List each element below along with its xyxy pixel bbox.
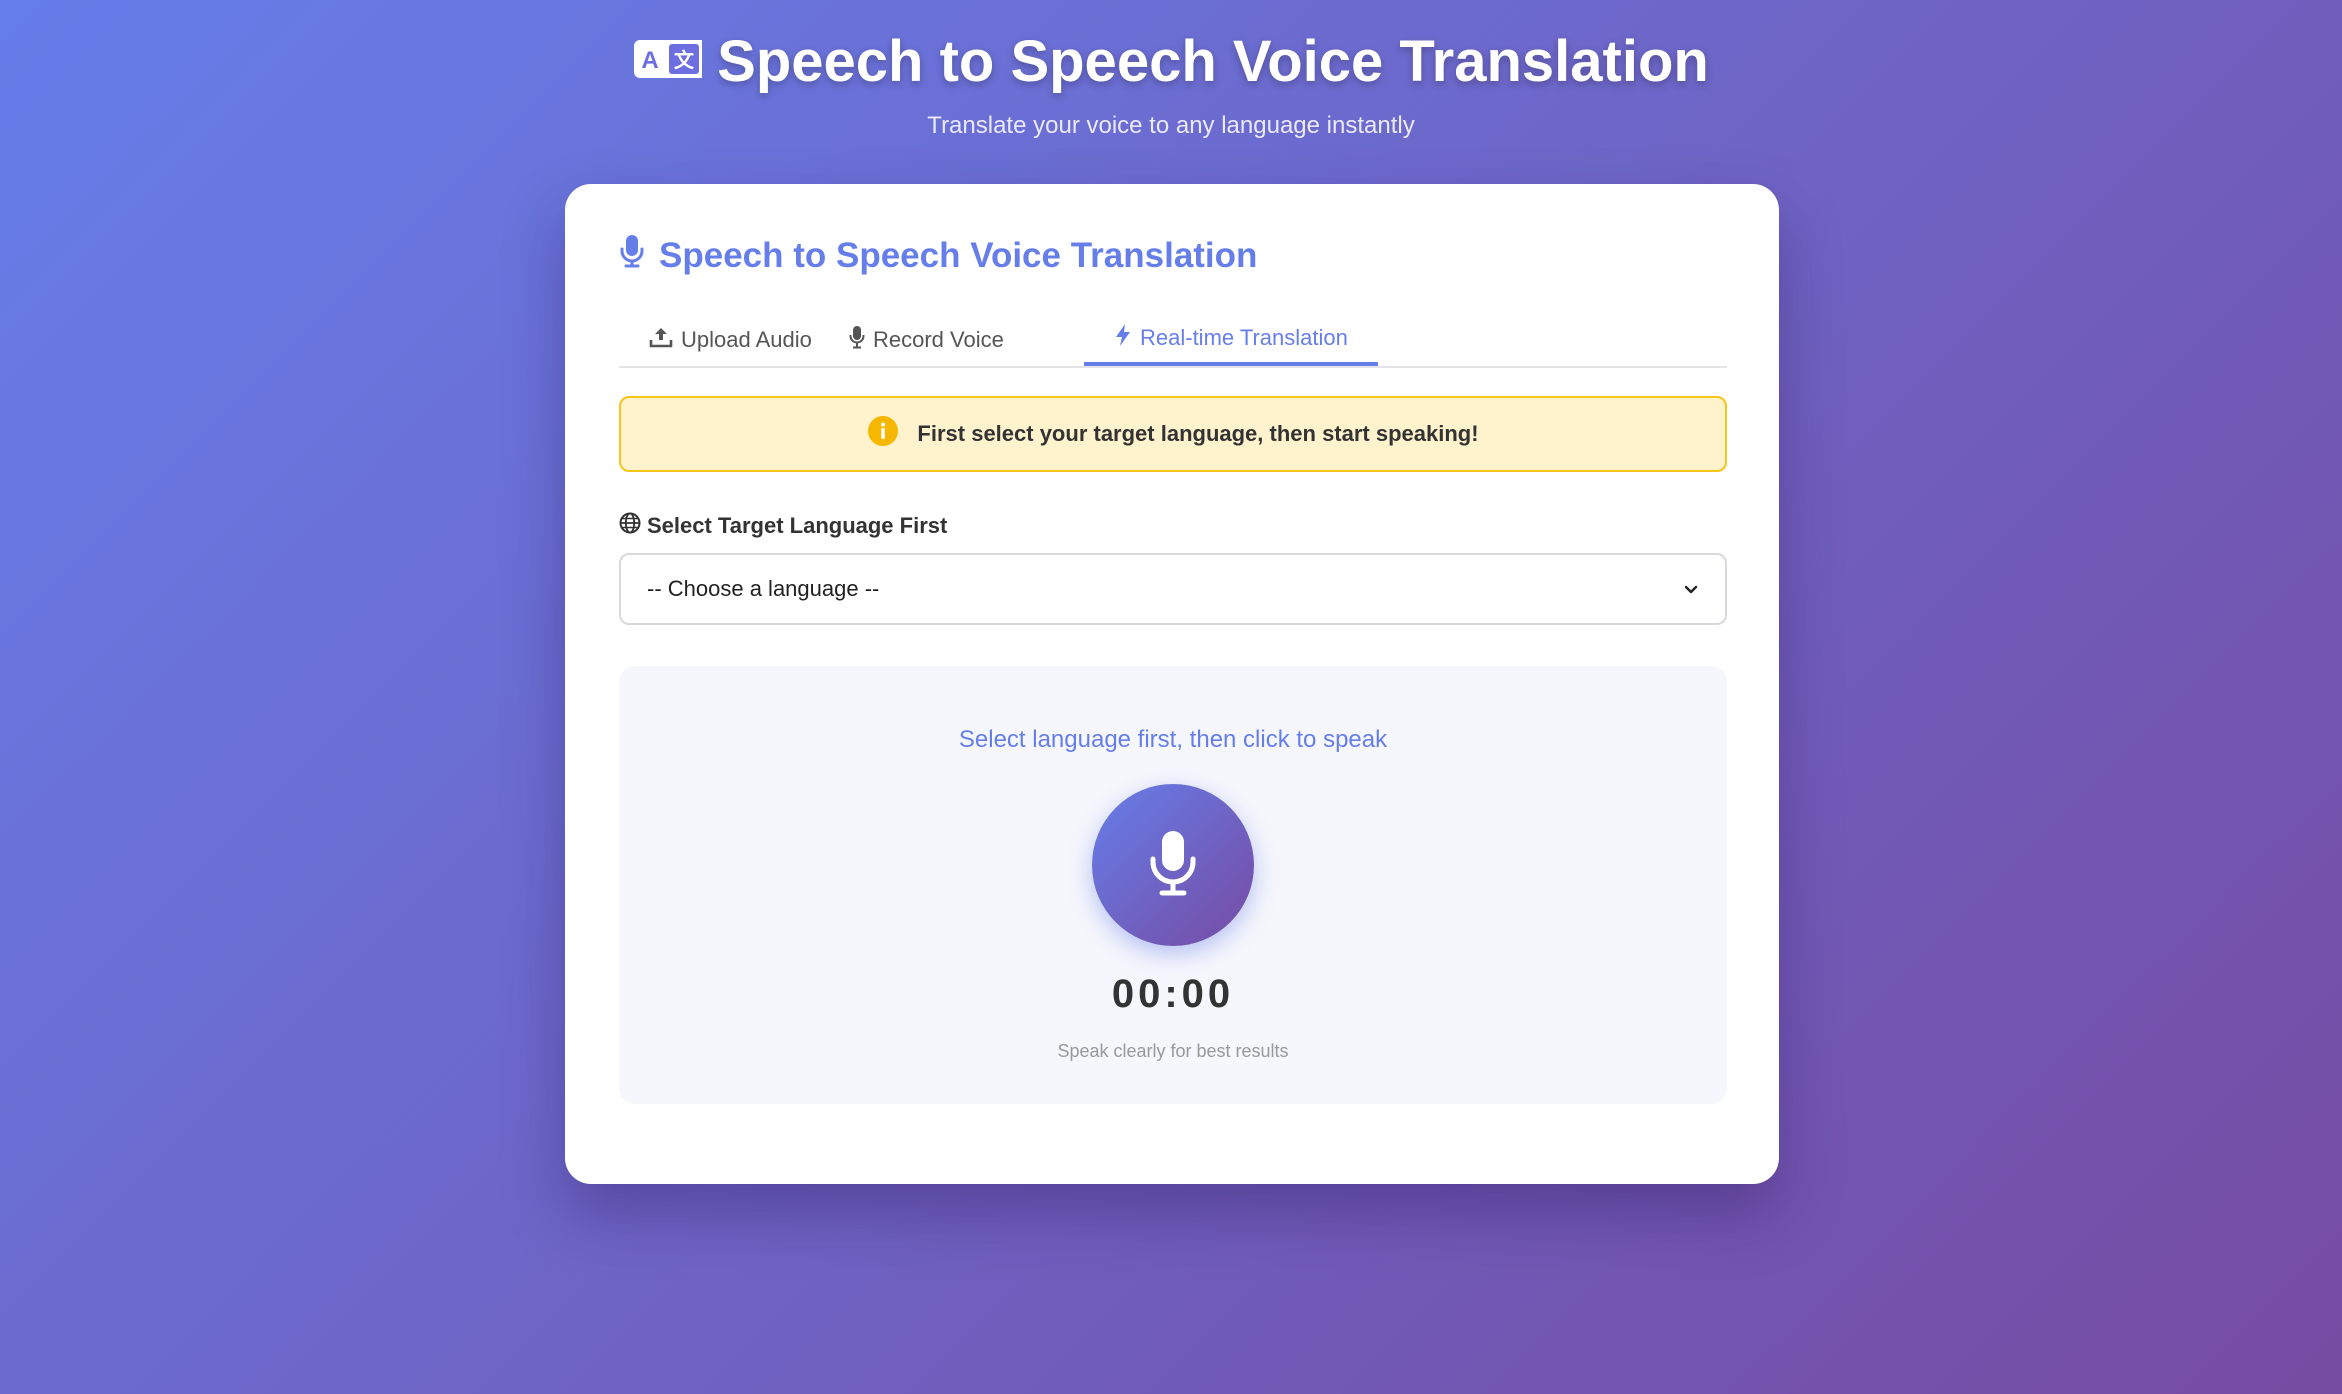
globe-icon xyxy=(619,512,641,540)
record-mic-button[interactable] xyxy=(1092,784,1254,946)
alert-text: First select your target language, then … xyxy=(917,421,1479,446)
translate-icon: A 文 xyxy=(633,39,703,84)
tab-upload-audio[interactable]: Upload Audio xyxy=(649,314,812,366)
tab-label: Upload Audio xyxy=(681,327,812,352)
microphone-icon xyxy=(619,234,645,277)
language-select[interactable]: -- Choose a language -- xyxy=(619,553,1727,625)
tab-label: Real-time Translation xyxy=(1140,325,1348,350)
bolt-icon xyxy=(1114,323,1132,353)
page-subtitle: Translate your voice to any language ins… xyxy=(927,112,1415,139)
record-prompt: Select language first, then click to spe… xyxy=(958,726,1388,753)
microphone-icon xyxy=(849,325,865,355)
info-icon xyxy=(867,415,899,453)
language-label-text: Select Target Language First xyxy=(647,513,948,538)
upload-icon xyxy=(649,325,673,355)
card-title-text: Speech to Speech Voice Translation xyxy=(659,235,1258,275)
page-title-row: A 文 Speech to Speech Voice Translation xyxy=(633,26,1709,96)
tab-bar: Upload Audio Record Voice Real-time Tran… xyxy=(619,314,1727,368)
language-label: Select Target Language First xyxy=(619,512,947,540)
record-hint: Speak clearly for best results xyxy=(1057,1041,1289,1061)
svg-text:A: A xyxy=(641,47,658,74)
tab-record-voice[interactable]: Record Voice xyxy=(849,314,1004,366)
card-title: Speech to Speech Voice Translation xyxy=(619,234,1257,277)
page-title: Speech to Speech Voice Translation xyxy=(717,28,1709,94)
language-select-value: -- Choose a language -- xyxy=(647,576,880,601)
tab-real-time-translation[interactable]: Real-time Translation xyxy=(1084,314,1378,366)
page-header: A 文 Speech to Speech Voice Translation T… xyxy=(0,20,2342,140)
microphone-icon xyxy=(1147,829,1199,902)
tab-label: Record Voice xyxy=(873,327,1004,352)
translation-card: Speech to Speech Voice Translation Uploa… xyxy=(565,184,1779,1184)
chevron-down-icon xyxy=(1683,576,1699,602)
record-timer: 00:00 xyxy=(1111,972,1235,1016)
realtime-record-panel: Select language first, then click to spe… xyxy=(619,666,1727,1104)
svg-text:文: 文 xyxy=(674,48,695,72)
info-alert: First select your target language, then … xyxy=(619,396,1727,472)
